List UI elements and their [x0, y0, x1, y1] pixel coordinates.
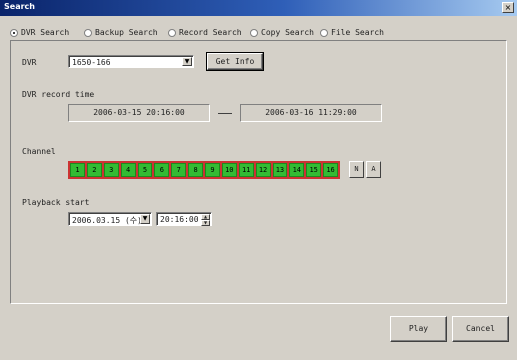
radio-dvr-search[interactable] [10, 28, 18, 37]
mode-label: File Search [331, 28, 384, 37]
radio-record-search[interactable] [168, 28, 176, 37]
chevron-down-icon[interactable]: ▼ [140, 214, 150, 224]
channel-button[interactable]: 1 [70, 163, 85, 177]
chevron-down-icon[interactable]: ▼ [182, 57, 192, 66]
record-end-value: 2006-03-16 11:29:00 [265, 108, 357, 117]
mode-label: Backup Search [95, 28, 158, 37]
channel-button[interactable]: 3 [103, 163, 119, 177]
time-spinner[interactable]: ▲ ▼ [201, 214, 210, 226]
channel-button[interactable]: 5 [137, 163, 153, 177]
play-label: Play [408, 324, 429, 333]
radio-file-search[interactable] [320, 28, 328, 37]
spin-down-icon[interactable]: ▼ [201, 220, 210, 226]
channel-button[interactable]: 7 [171, 163, 187, 177]
record-start-value: 2006-03-15 20:16:00 [93, 108, 185, 117]
get-info-label: Get Info [215, 57, 255, 66]
dvr-label: DVR [22, 58, 37, 67]
channel-button[interactable]: 6 [154, 163, 170, 177]
mode-backup-search[interactable]: Backup Search [84, 28, 158, 37]
record-start-field: 2006-03-15 20:16:00 [68, 104, 210, 122]
dvr-select-value: 1650-166 [72, 58, 111, 67]
playback-date-value: 2006.03.15 (수) [72, 216, 142, 225]
channel-selector: 1 2 3 4 5 6 7 8 9 10 11 12 13 14 15 16 [68, 161, 340, 179]
radio-backup-search[interactable] [84, 28, 92, 37]
dvr-select[interactable]: 1650-166 ▼ [68, 55, 194, 68]
record-time-label: DVR record time [22, 90, 95, 99]
title-bar: Search × [0, 0, 517, 16]
get-info-button[interactable]: Get Info [206, 52, 264, 71]
close-icon: × [504, 3, 512, 12]
channel-all-button[interactable]: A [366, 161, 381, 178]
channel-button[interactable]: 10 [221, 163, 237, 177]
mode-file-search[interactable]: File Search [320, 28, 384, 37]
channel-button[interactable]: 9 [205, 163, 220, 177]
channel-none-label: N [354, 165, 359, 173]
window-title: Search [4, 2, 35, 11]
playback-time-value: 20:16:00 [160, 215, 199, 224]
channel-button[interactable]: 2 [86, 163, 102, 177]
channel-button[interactable]: 4 [120, 163, 136, 177]
mode-label: Record Search [179, 28, 242, 37]
channel-none-button[interactable]: N [349, 161, 364, 178]
channel-label: Channel [22, 147, 56, 156]
mode-record-search[interactable]: Record Search [168, 28, 242, 37]
cancel-label: Cancel [466, 324, 495, 333]
playback-start-label: Playback start [22, 198, 90, 207]
channel-button[interactable]: 8 [188, 163, 203, 177]
channel-button[interactable]: 15 [306, 163, 322, 177]
close-button[interactable]: × [502, 2, 514, 13]
mode-label: Copy Search [261, 28, 314, 37]
mode-label: DVR Search [21, 28, 70, 37]
mode-dvr-search[interactable]: DVR Search [10, 28, 69, 37]
playback-date-picker[interactable]: 2006.03.15 (수) ▼ [68, 212, 152, 226]
channel-button[interactable]: 11 [238, 163, 254, 177]
channel-button[interactable]: 16 [323, 163, 338, 177]
channel-button[interactable]: 14 [289, 163, 305, 177]
mode-copy-search[interactable]: Copy Search [250, 28, 314, 37]
channel-button[interactable]: 13 [272, 163, 288, 177]
play-button[interactable]: Play [390, 316, 447, 342]
radio-copy-search[interactable] [250, 28, 258, 37]
search-dialog: Search × DVR Search Backup Search Record… [0, 0, 517, 360]
cancel-button[interactable]: Cancel [452, 316, 509, 342]
range-separator [218, 113, 232, 114]
record-end-field: 2006-03-16 11:29:00 [240, 104, 382, 122]
channel-all-label: A [371, 165, 376, 173]
channel-button[interactable]: 12 [255, 163, 271, 177]
playback-time-stepper[interactable]: 20:16:00 ▲ ▼ [156, 212, 212, 226]
